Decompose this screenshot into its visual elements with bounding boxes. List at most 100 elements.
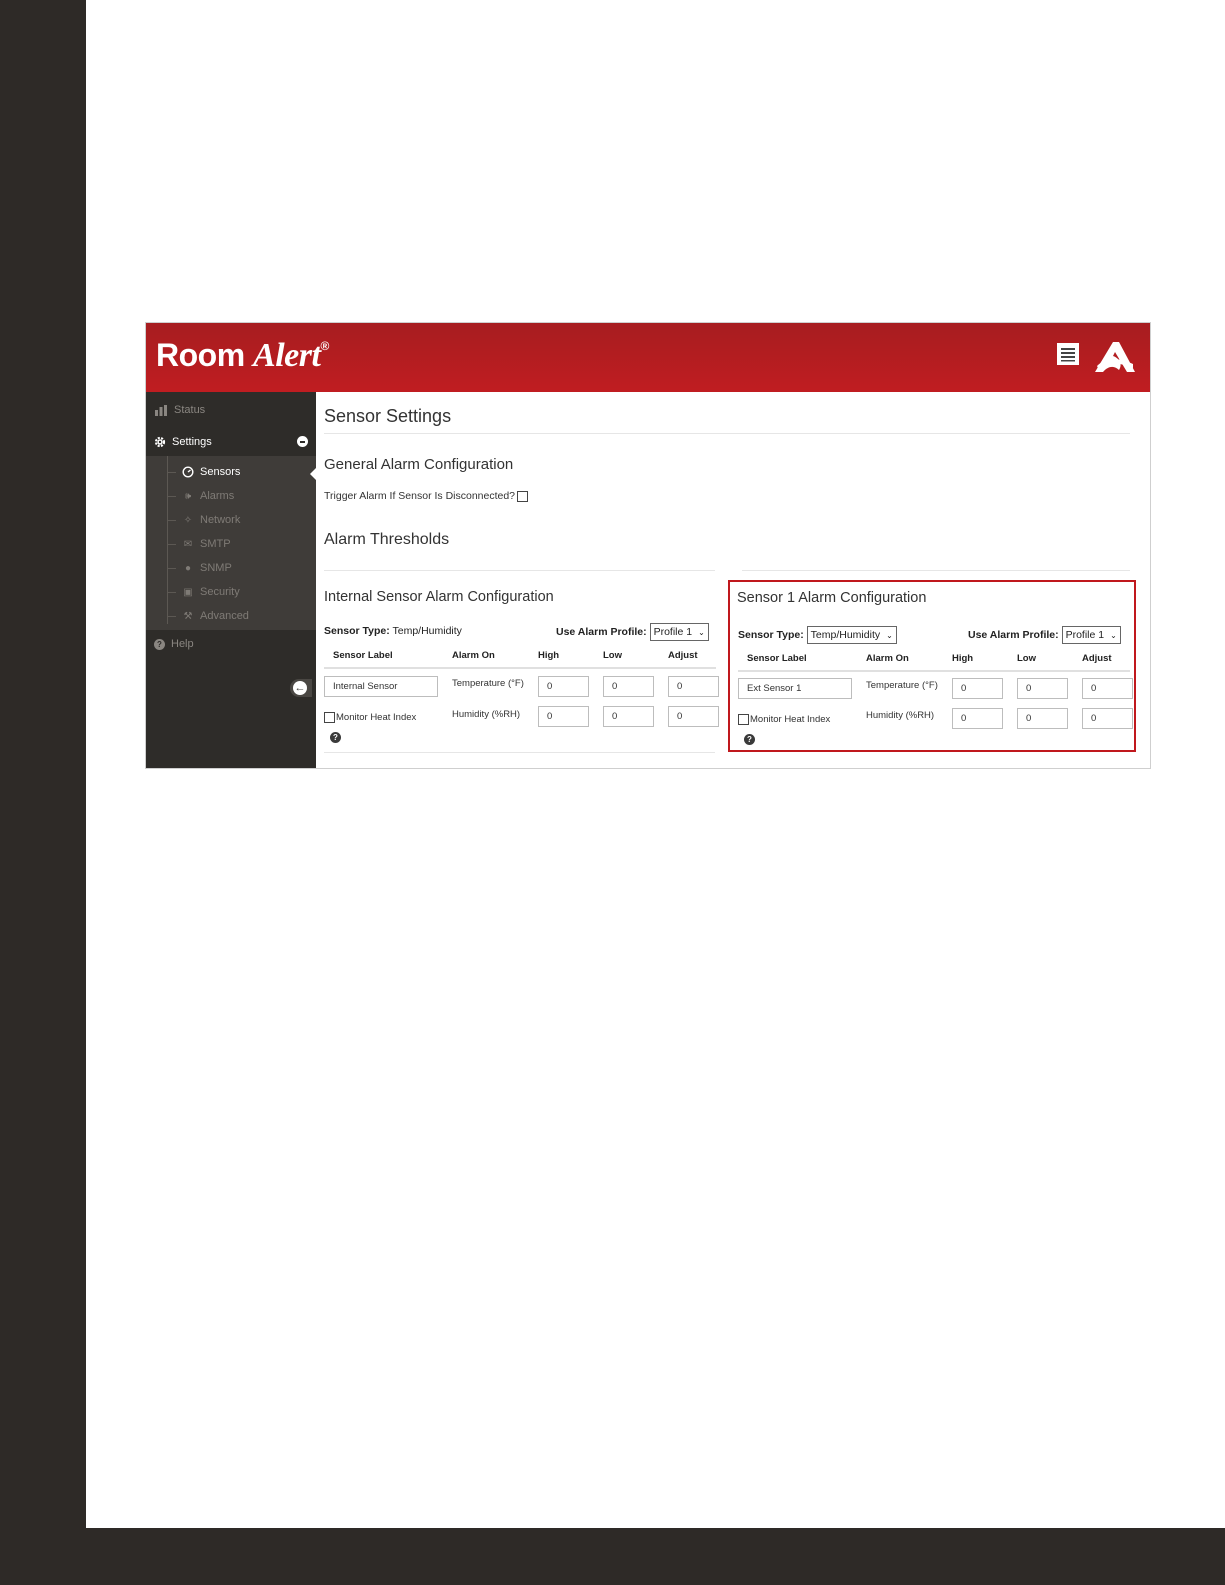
sidebar-item-alarms[interactable]: 🕪 Alarms	[168, 486, 234, 506]
heat-index-label: Monitor Heat Index	[750, 714, 831, 726]
temp-adjust-input[interactable]: 0	[668, 676, 719, 697]
sidebar-item-smtp[interactable]: ✉ SMTP	[168, 534, 231, 554]
tree-tick	[168, 567, 176, 569]
alarm-profile-row: Use Alarm Profile: Profile 1 ⌄	[968, 626, 1121, 644]
select-value: Profile 1	[653, 626, 693, 638]
heat-index-checkbox[interactable]	[324, 712, 335, 723]
sidebar-item-settings[interactable]: Settings	[146, 428, 316, 456]
alarm-profile-select[interactable]: Profile 1 ⌄	[649, 623, 709, 641]
sensor-label-input[interactable]: Ext Sensor 1	[738, 678, 852, 699]
col-alarm-on: Alarm On	[452, 650, 495, 661]
sensor-type-row: Sensor Type: Temp/Humidity	[324, 625, 462, 637]
lock-icon: ▣	[183, 586, 193, 598]
gauge-icon	[182, 466, 194, 478]
sidebar-item-label: SMTP	[200, 538, 231, 550]
sidebar-item-sensors[interactable]: Sensors	[168, 462, 240, 482]
sidebar-item-security[interactable]: ▣ Security	[168, 582, 240, 602]
divider	[742, 570, 1130, 571]
sidebar-item-label: Help	[171, 638, 194, 650]
wrench-icon: ⚒	[183, 610, 193, 622]
table-header: Sensor Label Alarm On High Low Adjust	[324, 646, 716, 669]
sidebar-item-label: Status	[174, 404, 206, 416]
sensor1-panel: Sensor 1 Alarm Configuration Sensor Type…	[728, 580, 1136, 752]
list-icon[interactable]	[1057, 343, 1079, 365]
gear-icon	[154, 436, 166, 448]
sidebar-item-label: SNMP	[200, 562, 232, 574]
select-value: Temp/Humidity	[810, 629, 881, 641]
temperature-label: Temperature (°F)	[452, 678, 524, 689]
col-high: High	[952, 653, 974, 664]
select-value: Profile 1	[1065, 629, 1105, 641]
help-icon[interactable]: ?	[330, 732, 341, 743]
heat-index-label: Monitor Heat Index	[336, 712, 417, 724]
tree-tick	[168, 591, 176, 593]
sidebar-item-label: Sensors	[200, 466, 241, 478]
brand-registered: ®	[320, 339, 329, 353]
temp-low-input[interactable]: 0	[1017, 678, 1068, 699]
alarm-profile-select[interactable]: Profile 1 ⌄	[1061, 626, 1121, 644]
help-icon[interactable]: ?	[744, 734, 755, 745]
collapse-sidebar-button[interactable]: ←	[290, 679, 312, 697]
sidebar-item-advanced[interactable]: ⚒ Advanced	[168, 606, 249, 626]
brand-alert: Alert	[253, 337, 321, 374]
main-content: Sensor Settings General Alarm Configurat…	[316, 392, 1150, 768]
humidity-high-input[interactable]: 0	[538, 706, 589, 727]
tree-tick	[168, 615, 176, 617]
temp-low-input[interactable]: 0	[603, 676, 654, 697]
brand-logo[interactable]: Room Alert®	[156, 337, 329, 375]
room-alert-screenshot: Room Alert® Status Settings Sensors 🕪 Al…	[145, 322, 1151, 769]
tree-tick	[168, 519, 176, 521]
room-alert-logo-icon[interactable]	[1093, 338, 1137, 374]
alarm-profile-label: Use Alarm Profile:	[968, 628, 1059, 641]
sidebar: Status Settings Sensors 🕪 Alarms ✧ Netwo…	[146, 392, 316, 768]
alarm-profile-label: Use Alarm Profile:	[556, 625, 647, 638]
humidity-adjust-input[interactable]: 0	[668, 706, 719, 727]
col-low: Low	[1017, 653, 1036, 664]
brand-room: Room	[156, 337, 245, 373]
temp-high-input[interactable]: 0	[952, 678, 1003, 699]
sidebar-item-help[interactable]: ? Help	[154, 632, 194, 656]
chevron-down-icon: ⌄	[698, 628, 705, 637]
chevron-down-icon: ⌄	[886, 631, 893, 640]
col-sensor-label: Sensor Label	[333, 650, 393, 661]
col-low: Low	[603, 650, 622, 661]
snmp-icon: ●	[184, 562, 192, 574]
collapse-minus-icon[interactable]	[297, 436, 308, 447]
network-icon: ✧	[183, 514, 193, 526]
sensor-type-row: Sensor Type: Temp/Humidity ⌄	[738, 626, 897, 644]
general-alarm-heading: General Alarm Configuration	[324, 456, 514, 473]
panel-title: Sensor 1 Alarm Configuration	[737, 590, 927, 606]
col-high: High	[538, 650, 560, 661]
trigger-alarm-row: Trigger Alarm If Sensor Is Disconnected?	[324, 490, 529, 502]
envelope-icon: ✉	[183, 538, 193, 550]
heat-index-row: Monitor Heat Index	[324, 712, 416, 723]
temp-adjust-input[interactable]: 0	[1082, 678, 1133, 699]
tree-tick	[168, 495, 176, 497]
humidity-high-input[interactable]: 0	[952, 708, 1003, 729]
sensor-label-input[interactable]: Internal Sensor	[324, 676, 438, 697]
page-title: Sensor Settings	[324, 406, 452, 426]
sensor-type-select[interactable]: Temp/Humidity ⌄	[806, 626, 897, 644]
alarm-profile-row: Use Alarm Profile: Profile 1 ⌄	[556, 623, 709, 641]
humidity-label: Humidity (%RH)	[866, 710, 935, 721]
trigger-alarm-checkbox[interactable]	[517, 490, 529, 502]
humidity-low-input[interactable]: 0	[1017, 708, 1068, 729]
alarm-thresholds-heading: Alarm Thresholds	[324, 531, 450, 548]
sensor-type-label: Sensor Type:	[324, 625, 390, 637]
panel-title: Internal Sensor Alarm Configuration	[324, 589, 554, 605]
sidebar-item-snmp[interactable]: ● SNMP	[168, 558, 232, 578]
humidity-adjust-input[interactable]: 0	[1082, 708, 1133, 729]
heat-index-checkbox[interactable]	[738, 714, 749, 725]
temperature-label: Temperature (°F)	[866, 680, 938, 691]
sidebar-item-label: Settings	[172, 436, 212, 448]
divider	[324, 752, 715, 753]
chevron-down-icon: ⌄	[1110, 631, 1117, 640]
sidebar-item-network[interactable]: ✧ Network	[168, 510, 240, 530]
humidity-low-input[interactable]: 0	[603, 706, 654, 727]
app-header: Room Alert®	[146, 323, 1150, 392]
arrow-left-icon: ←	[293, 681, 307, 695]
temp-high-input[interactable]: 0	[538, 676, 589, 697]
sidebar-item-status[interactable]: Status	[154, 398, 205, 422]
tree-tick	[168, 471, 176, 473]
col-adjust: Adjust	[668, 650, 698, 661]
